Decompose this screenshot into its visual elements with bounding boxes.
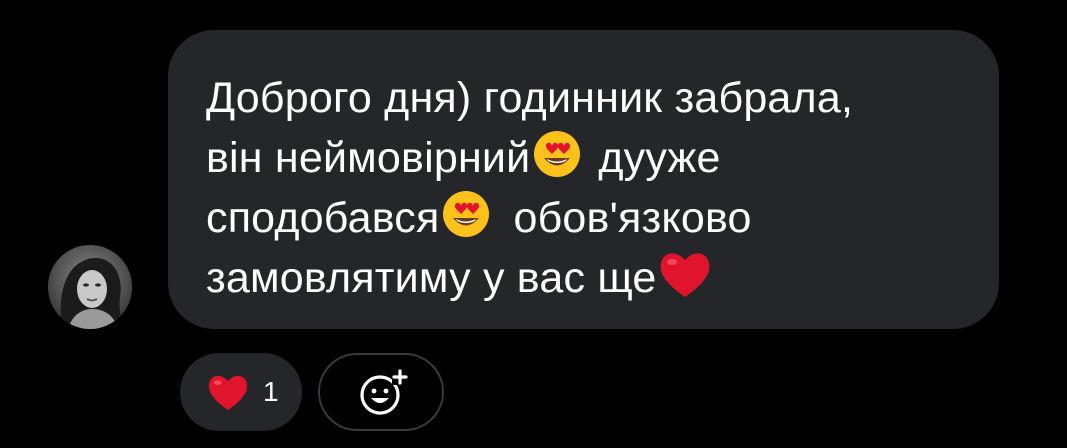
message-line-3: сподобався обов'язково — [206, 184, 752, 246]
chat-view: Доброго дня) годинник забрала, він неймо… — [0, 0, 1067, 448]
red-heart-emoji-icon — [657, 249, 713, 299]
message-text: обов'язково — [513, 193, 752, 242]
add-reaction-button[interactable] — [318, 353, 444, 431]
message-text: сподобався — [206, 193, 440, 242]
avatar-photo — [48, 245, 132, 329]
heart-eyes-emoji-icon — [532, 129, 582, 179]
reaction-count: 1 — [263, 376, 279, 407]
message-text: він неймовірний — [206, 133, 531, 182]
message-line-4: замовлятиму у вас ще — [206, 244, 717, 306]
red-heart-icon — [206, 371, 250, 418]
heart-eyes-emoji-icon — [441, 189, 491, 239]
sender-avatar[interactable] — [48, 245, 132, 329]
message-text: замовлятиму у вас ще — [206, 253, 657, 302]
message-line-2: він неймовірний дууже — [206, 124, 721, 186]
message-text: дууже — [598, 133, 721, 182]
heart-reaction-button[interactable]: 1 — [180, 353, 302, 431]
message-text: Доброго дня) годинник забрала, — [206, 73, 854, 122]
add-emoji-reaction-icon — [358, 369, 408, 422]
message-line-1: Доброго дня) годинник забрала, — [206, 64, 853, 126]
message-bubble[interactable]: Доброго дня) годинник забрала, він неймо… — [168, 30, 999, 329]
